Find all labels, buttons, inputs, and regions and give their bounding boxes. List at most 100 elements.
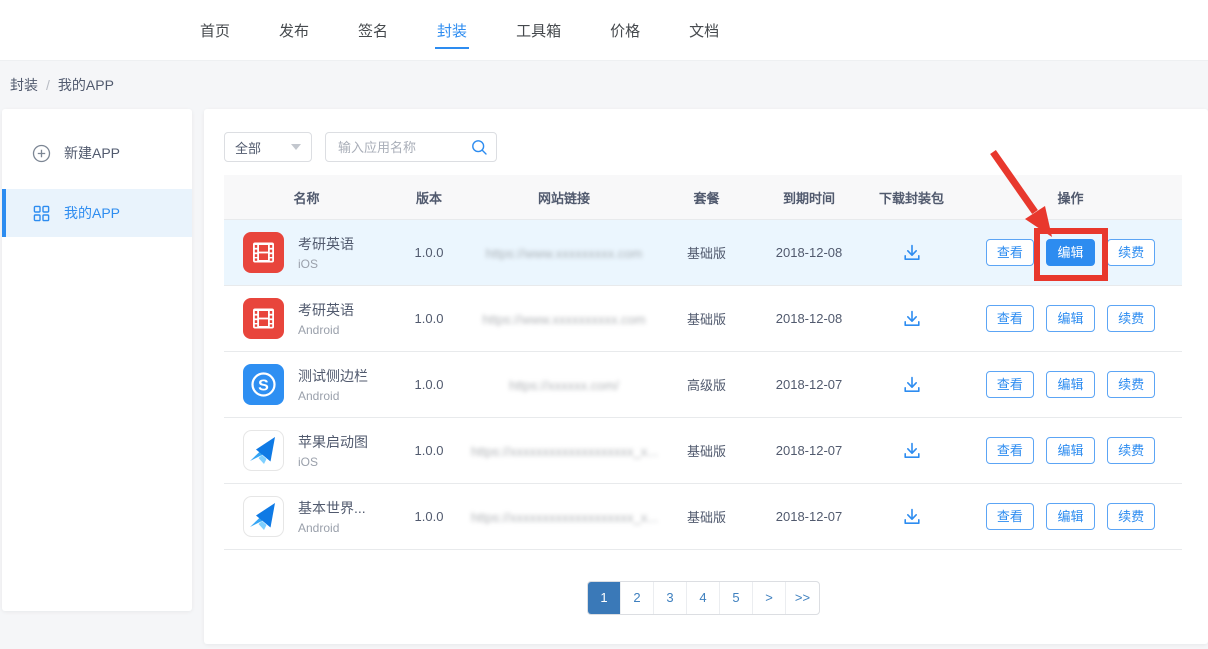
edit-button[interactable]: 编辑 — [1046, 437, 1094, 465]
view-button[interactable]: 查看 — [986, 503, 1034, 531]
search-icon[interactable] — [471, 139, 488, 156]
package-plan: 基础版 — [659, 507, 754, 526]
expire-date: 2018-12-07 — [754, 377, 864, 392]
column-header-5: 下载封装包 — [864, 188, 959, 207]
nav-tab-4[interactable]: 工具箱 — [516, 0, 561, 60]
svg-text:S: S — [258, 378, 269, 395]
expire-date: 2018-12-07 — [754, 443, 864, 458]
expire-date: 2018-12-08 — [754, 245, 864, 260]
column-header-2: 网站链接 — [469, 188, 659, 207]
download-icon — [901, 506, 923, 528]
app-platform: iOS — [298, 455, 368, 469]
app-name: 基本世界... — [298, 498, 366, 518]
expire-date: 2018-12-08 — [754, 311, 864, 326]
app-platform: Android — [298, 521, 366, 535]
breadcrumb-item-package[interactable]: 封装 — [10, 75, 38, 95]
website-link-blurred: https://www.xxxxxxxxx.com — [486, 246, 643, 261]
page-button-4[interactable]: 4 — [687, 582, 720, 614]
content-area: 新建APP 我的APP 全部 名称版本网站链接套餐到期时间下载封装包操作 — [0, 109, 1208, 644]
chevron-down-icon — [291, 144, 301, 150]
nav-tab-5[interactable]: 价格 — [610, 0, 640, 60]
download-icon — [901, 308, 923, 330]
search-input[interactable] — [336, 139, 471, 156]
download-icon — [901, 242, 923, 264]
sidebar-item-my-app[interactable]: 我的APP — [2, 189, 192, 237]
app-version: 1.0.0 — [389, 311, 469, 326]
renew-button[interactable]: 续费 — [1107, 437, 1155, 465]
package-plan: 基础版 — [659, 309, 754, 328]
breadcrumb: 封装 / 我的APP — [0, 61, 1208, 109]
renew-button[interactable]: 续费 — [1107, 503, 1155, 531]
download-button[interactable] — [901, 506, 923, 528]
filter-select[interactable]: 全部 — [224, 132, 312, 162]
nav-tab-2[interactable]: 签名 — [358, 0, 388, 60]
app-platform: Android — [298, 389, 368, 403]
page-button-2[interactable]: 2 — [621, 582, 654, 614]
filter-value: 全部 — [235, 138, 261, 157]
edit-button[interactable]: 编辑 — [1046, 305, 1094, 333]
app-icon — [243, 430, 284, 471]
main-panel: 全部 名称版本网站链接套餐到期时间下载封装包操作 考研英语 iOS 1.0.0 … — [204, 109, 1208, 644]
page-button-1[interactable]: 1 — [588, 582, 621, 614]
package-plan: 基础版 — [659, 441, 754, 460]
package-plan: 高级版 — [659, 375, 754, 394]
table-header-row: 名称版本网站链接套餐到期时间下载封装包操作 — [224, 175, 1182, 220]
app-icon: S — [243, 364, 284, 405]
toolbar: 全部 — [224, 132, 1183, 162]
app-version: 1.0.0 — [389, 245, 469, 260]
website-link-blurred: https://www.xxxxxxxxxx.com — [482, 312, 645, 327]
nav-tab-0[interactable]: 首页 — [200, 0, 230, 60]
app-name: 考研英语 — [298, 300, 354, 320]
search-box — [325, 132, 497, 162]
table-row: S 测试侧边栏 Android 1.0.0 https://xxxxxx.com… — [224, 352, 1182, 418]
table-row: 考研英语 Android 1.0.0 https://www.xxxxxxxxx… — [224, 286, 1182, 352]
grid-icon — [32, 204, 51, 223]
view-button[interactable]: 查看 — [986, 305, 1034, 333]
download-button[interactable] — [901, 308, 923, 330]
page-button-5[interactable]: 5 — [720, 582, 753, 614]
renew-button[interactable]: 续费 — [1107, 371, 1155, 399]
view-button[interactable]: 查看 — [986, 437, 1034, 465]
table-body: 考研英语 iOS 1.0.0 https://www.xxxxxxxxx.com… — [224, 220, 1182, 550]
next-page-button[interactable]: > — [753, 582, 786, 614]
breadcrumb-item-my-app: 我的APP — [58, 75, 114, 95]
app-version: 1.0.0 — [389, 377, 469, 392]
edit-button[interactable]: 编辑 — [1046, 503, 1094, 531]
edit-button[interactable]: 编辑 — [1046, 239, 1094, 267]
renew-button[interactable]: 续费 — [1107, 239, 1155, 267]
download-button[interactable] — [901, 242, 923, 264]
view-button[interactable]: 查看 — [986, 239, 1034, 267]
column-header-3: 套餐 — [659, 188, 754, 207]
nav-tab-6[interactable]: 文档 — [689, 0, 719, 60]
column-header-0: 名称 — [224, 188, 389, 207]
download-button[interactable] — [901, 374, 923, 396]
app-version: 1.0.0 — [389, 443, 469, 458]
view-button[interactable]: 查看 — [986, 371, 1034, 399]
sidebar: 新建APP 我的APP — [2, 109, 192, 611]
last-page-button[interactable]: >> — [786, 582, 819, 614]
breadcrumb-separator: / — [46, 77, 50, 93]
nav-tab-1[interactable]: 发布 — [279, 0, 309, 60]
app-icon — [243, 496, 284, 537]
download-button[interactable] — [901, 440, 923, 462]
app-name: 测试侧边栏 — [298, 366, 368, 386]
website-link-blurred: https://xxxxxxxxxxxxxxxxxxx_x... — [471, 444, 657, 459]
sidebar-item-new-app[interactable]: 新建APP — [2, 129, 192, 177]
column-header-1: 版本 — [389, 188, 469, 207]
column-header-4: 到期时间 — [754, 188, 864, 207]
renew-button[interactable]: 续费 — [1107, 305, 1155, 333]
table-row: 苹果启动图 iOS 1.0.0 https://xxxxxxxxxxxxxxxx… — [224, 418, 1182, 484]
app-icon — [243, 298, 284, 339]
app-platform: Android — [298, 323, 354, 337]
expire-date: 2018-12-07 — [754, 509, 864, 524]
app-version: 1.0.0 — [389, 509, 469, 524]
page-button-3[interactable]: 3 — [654, 582, 687, 614]
nav-tab-3[interactable]: 封装 — [437, 0, 467, 60]
column-header-6: 操作 — [959, 188, 1182, 207]
plus-circle-icon — [32, 144, 51, 163]
pagination: 12345>>> — [224, 581, 1183, 615]
app-table: 名称版本网站链接套餐到期时间下载封装包操作 考研英语 iOS 1.0.0 htt… — [224, 175, 1182, 550]
app-icon — [243, 232, 284, 273]
edit-button[interactable]: 编辑 — [1046, 371, 1094, 399]
app-name: 苹果启动图 — [298, 432, 368, 452]
